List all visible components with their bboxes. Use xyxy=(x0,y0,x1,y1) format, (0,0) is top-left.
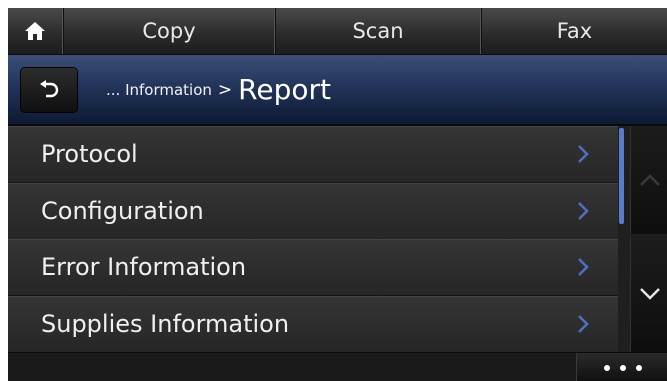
tab-copy[interactable]: Copy xyxy=(62,8,275,54)
report-menu-list: Protocol Configuration Error Information… xyxy=(8,126,618,353)
scroll-down-button[interactable] xyxy=(630,236,667,352)
chevron-right-icon xyxy=(578,145,589,163)
menu-item-protocol[interactable]: Protocol xyxy=(8,126,618,183)
menu-item-label: Error Information xyxy=(41,253,247,281)
menu-item-configuration[interactable]: Configuration xyxy=(8,183,618,240)
menu-item-supplies-information[interactable]: Supplies Information xyxy=(8,296,618,353)
page-title: Report xyxy=(238,73,331,106)
menu-item-label: Protocol xyxy=(41,140,138,168)
breadcrumb-header: ... Information > Report xyxy=(8,55,667,126)
printer-touchscreen: Copy Scan Fax ... Information > Report P… xyxy=(8,8,667,381)
more-dots-icon xyxy=(635,364,642,371)
menu-item-label: Configuration xyxy=(41,197,204,225)
chevron-right-icon xyxy=(578,202,589,220)
menu-item-label: Supplies Information xyxy=(41,310,290,338)
back-arrow-icon xyxy=(40,80,59,98)
bottom-bar xyxy=(8,352,667,381)
more-dots-icon xyxy=(619,364,626,371)
more-options-button[interactable] xyxy=(576,353,667,381)
top-tab-bar: Copy Scan Fax xyxy=(8,8,667,55)
tab-fax[interactable]: Fax xyxy=(480,8,667,54)
home-icon xyxy=(25,22,45,40)
back-button[interactable] xyxy=(21,68,77,112)
breadcrumb-separator: > xyxy=(217,79,233,100)
scroll-up-button[interactable] xyxy=(630,126,667,234)
chevron-right-icon xyxy=(578,258,589,276)
tab-scan[interactable]: Scan xyxy=(274,8,481,54)
chevron-right-icon xyxy=(578,315,589,333)
chevron-up-icon xyxy=(639,174,660,186)
chevron-down-icon xyxy=(639,288,660,300)
menu-item-error-information[interactable]: Error Information xyxy=(8,239,618,296)
scrollbar-thumb[interactable] xyxy=(619,128,624,224)
more-dots-icon xyxy=(603,364,610,371)
home-button[interactable] xyxy=(8,8,63,54)
breadcrumb-parent[interactable]: ... Information xyxy=(106,81,212,99)
breadcrumb: ... Information > Report xyxy=(106,55,331,124)
